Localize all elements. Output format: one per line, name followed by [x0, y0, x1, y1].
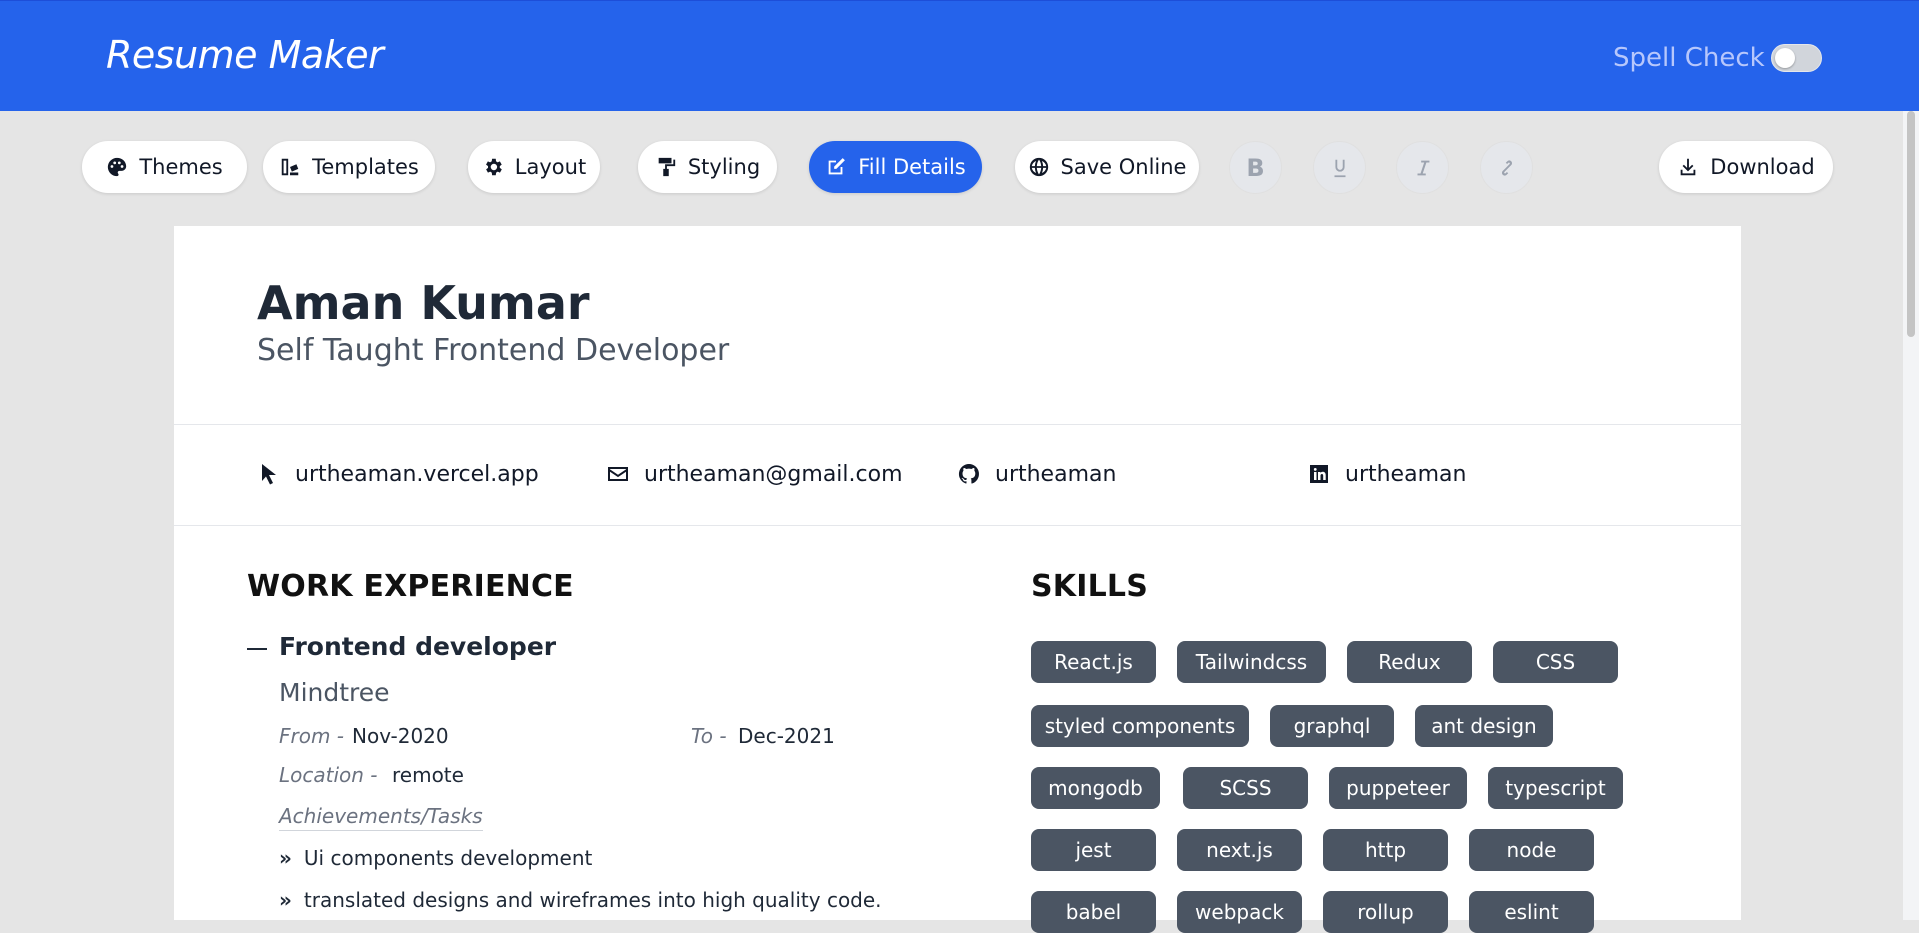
- save-online-button[interactable]: Save Online: [1015, 141, 1199, 193]
- layout-button[interactable]: Layout: [468, 141, 600, 193]
- skill-chip[interactable]: CSS: [1493, 641, 1618, 683]
- italic-button[interactable]: [1396, 141, 1449, 194]
- underline-button[interactable]: [1313, 141, 1366, 194]
- from-date[interactable]: Nov-2020: [352, 724, 449, 748]
- to-date[interactable]: Dec-2021: [738, 724, 835, 748]
- skill-chip[interactable]: mongodb: [1031, 767, 1160, 809]
- underline-icon: [1334, 159, 1345, 177]
- toggle-knob: [1774, 48, 1795, 68]
- contact-linkedin[interactable]: urtheaman: [1307, 458, 1466, 490]
- github-icon: [958, 463, 979, 484]
- bullet-glyph: »: [279, 888, 292, 912]
- skill-chip[interactable]: eslint: [1469, 891, 1594, 933]
- skill-chip[interactable]: Redux: [1347, 641, 1472, 683]
- task-item[interactable]: » Ui components development: [279, 846, 592, 870]
- contact-divider: [174, 525, 1741, 526]
- link-button[interactable]: [1480, 141, 1533, 194]
- task-text: Ui components development: [303, 846, 593, 870]
- skill-chip[interactable]: webpack: [1177, 891, 1302, 933]
- job-bullet-dash: [247, 648, 267, 650]
- styling-label: Styling: [687, 155, 761, 179]
- location-label: Location -: [279, 763, 378, 787]
- spell-check-control: Spell Check: [1613, 41, 1822, 75]
- italic-icon: [1417, 160, 1429, 175]
- bullet-glyph: »: [279, 846, 292, 870]
- skill-chip[interactable]: graphql: [1270, 705, 1394, 747]
- skill-chip[interactable]: React.js: [1031, 641, 1156, 683]
- skill-chip[interactable]: node: [1469, 829, 1594, 871]
- globe-icon: [1029, 157, 1048, 177]
- spell-check-toggle[interactable]: [1770, 44, 1822, 72]
- download-label: Download: [1710, 155, 1815, 179]
- download-icon: [1680, 158, 1696, 176]
- fill-details-button[interactable]: Fill Details: [809, 141, 982, 193]
- skill-chip[interactable]: Tailwindcss: [1177, 641, 1326, 683]
- skill-chip[interactable]: rollup: [1323, 891, 1448, 933]
- layout-label: Layout: [514, 155, 587, 179]
- job-title[interactable]: Frontend developer: [279, 632, 556, 661]
- work-experience-heading: WORK EXPERIENCE: [247, 569, 574, 604]
- from-label: From -: [279, 724, 345, 748]
- contact-email[interactable]: urtheaman@gmail.com: [606, 458, 903, 490]
- skill-chip[interactable]: typescript: [1488, 767, 1623, 809]
- spell-check-label: Spell Check: [1613, 43, 1765, 73]
- styling-button[interactable]: Styling: [638, 141, 777, 193]
- task-text: translated designs and wireframes into h…: [303, 888, 882, 912]
- envelope-icon: [608, 467, 628, 481]
- templates-icon: [281, 158, 299, 176]
- app-header: Resume Maker Spell Check: [0, 0, 1919, 111]
- link-icon: [1501, 159, 1512, 176]
- header-divider: [174, 424, 1741, 425]
- skill-chip[interactable]: SCSS: [1183, 767, 1308, 809]
- contact-website[interactable]: urtheaman.vercel.app: [257, 458, 539, 490]
- resume-name[interactable]: Aman Kumar: [257, 276, 590, 330]
- edit-icon: [828, 158, 846, 175]
- save-online-label: Save Online: [1060, 155, 1187, 179]
- paint-roller-icon: [658, 157, 676, 177]
- skills-heading: SKILLS: [1031, 569, 1149, 604]
- github-text: urtheaman: [995, 461, 1117, 487]
- linkedin-icon: [1310, 465, 1328, 483]
- themes-button[interactable]: Themes: [82, 141, 247, 193]
- cursor-icon: [262, 464, 276, 485]
- skill-chip[interactable]: jest: [1031, 829, 1156, 871]
- bold-button[interactable]: B: [1229, 141, 1282, 194]
- skill-chip[interactable]: babel: [1031, 891, 1156, 933]
- skill-chip[interactable]: http: [1323, 829, 1448, 871]
- themes-label: Themes: [139, 155, 223, 179]
- app-title: Resume Maker: [106, 33, 384, 77]
- website-text: urtheaman.vercel.app: [295, 461, 539, 487]
- resume-sheet: Aman Kumar Self Taught Frontend Develope…: [174, 226, 1741, 933]
- task-item[interactable]: » translated designs and wireframes into…: [279, 888, 882, 912]
- skill-chip[interactable]: ant design: [1415, 705, 1553, 747]
- gear-icon: [485, 158, 502, 176]
- job-company[interactable]: Mindtree: [279, 678, 390, 707]
- toolbar: Themes Templates Layout Styling Fill Det…: [0, 141, 1919, 195]
- resume-role[interactable]: Self Taught Frontend Developer: [257, 333, 729, 368]
- skill-chip[interactable]: next.js: [1177, 829, 1302, 871]
- bold-icon: B: [1246, 153, 1265, 182]
- achievements-label: Achievements/Tasks: [279, 804, 483, 831]
- to-label: To -: [691, 724, 727, 748]
- templates-button[interactable]: Templates: [263, 141, 435, 193]
- download-button[interactable]: Download: [1659, 141, 1833, 193]
- skill-chip[interactable]: styled components: [1031, 705, 1249, 747]
- page-scrollbar[interactable]: [1903, 111, 1919, 920]
- email-text: urtheaman@gmail.com: [644, 461, 903, 487]
- palette-icon: [108, 157, 127, 177]
- linkedin-text: urtheaman: [1345, 461, 1467, 487]
- contact-github[interactable]: urtheaman: [957, 458, 1116, 490]
- templates-label: Templates: [312, 155, 419, 179]
- skill-chip[interactable]: puppeteer: [1329, 767, 1467, 809]
- scrollbar-thumb[interactable]: [1907, 111, 1915, 337]
- fill-details-label: Fill Details: [858, 155, 966, 179]
- location-value[interactable]: remote: [392, 763, 464, 787]
